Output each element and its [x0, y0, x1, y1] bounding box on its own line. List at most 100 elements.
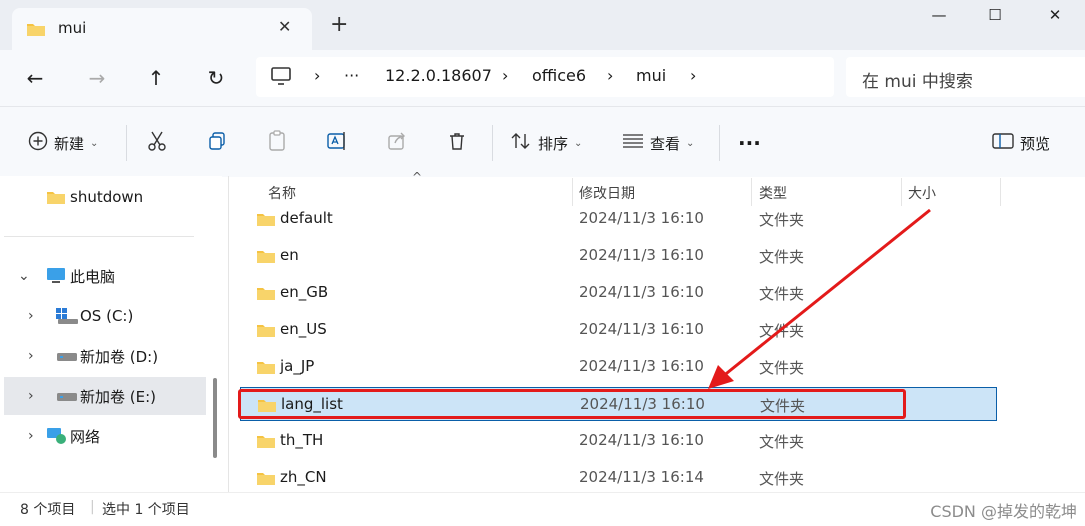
sort-icon	[510, 131, 532, 155]
new-tab-button[interactable]: +	[330, 14, 348, 36]
command-bar: 新建 ⌄ 排序 ⌄ 查看 ⌄ ··· 预览	[0, 106, 1085, 177]
pane-divider[interactable]	[228, 176, 229, 492]
minimize-button[interactable]: —	[916, 6, 962, 32]
list-item[interactable]: zh_CN 2024/11/3 16:14 文件夹	[240, 461, 997, 495]
breadcrumb-item[interactable]: 12.2.0.18607	[385, 66, 492, 85]
sidebar-item-shutdown[interactable]: shutdown	[4, 178, 206, 216]
sidebar-item-this-pc[interactable]: ⌄ 此电脑	[4, 257, 206, 295]
sort-ascending-icon: ^	[412, 170, 423, 184]
search-input[interactable]: 在 mui 中搜索	[846, 57, 1085, 97]
paste-button[interactable]	[267, 130, 287, 156]
computer-icon	[270, 66, 292, 90]
sidebar-item-label: shutdown	[70, 188, 144, 206]
maximize-button[interactable]: ☐	[972, 6, 1018, 32]
trash-icon	[447, 131, 467, 155]
rename-icon	[327, 131, 349, 155]
column-type[interactable]: 类型	[759, 183, 787, 203]
sidebar-item-drive-d[interactable]: › 新加卷 (D:)	[4, 337, 206, 375]
address-bar[interactable]: › ··· 12.2.0.18607 › office6 › mui ›	[256, 57, 834, 97]
share-button[interactable]	[387, 131, 407, 155]
more-options-button[interactable]: ···	[738, 131, 761, 155]
file-name: th_TH	[280, 431, 324, 449]
file-name: zh_CN	[280, 468, 327, 486]
breadcrumb-more[interactable]: ···	[344, 66, 359, 85]
breadcrumb-sep-icon[interactable]: ›	[690, 66, 696, 85]
scissors-icon	[147, 130, 167, 156]
refresh-button[interactable]: ↻	[203, 66, 229, 90]
main-scrollbar[interactable]	[1066, 178, 1085, 492]
annotation-arrow-icon	[708, 208, 931, 389]
sort-button[interactable]: 排序 ⌄	[510, 131, 582, 155]
file-type: 文件夹	[759, 433, 805, 451]
sidebar-item-drive-c[interactable]: › OS (C:)	[4, 297, 206, 335]
file-date: 2024/11/3 16:10	[579, 246, 704, 264]
view-label: 查看	[650, 134, 681, 153]
list-item[interactable]: th_TH 2024/11/3 16:10 文件夹	[240, 424, 997, 458]
chevron-down-icon[interactable]: ⌄	[18, 268, 30, 284]
item-count: 8 个项目	[20, 502, 76, 518]
back-button[interactable]: ←	[22, 66, 48, 90]
chevron-right-icon[interactable]: ›	[28, 348, 34, 364]
new-button[interactable]: 新建 ⌄	[28, 131, 98, 155]
drive-icon	[56, 349, 78, 367]
status-divider: |	[90, 499, 95, 515]
column-name[interactable]: 名称	[268, 183, 296, 203]
file-name: ja_JP	[280, 357, 315, 375]
folder-icon	[256, 285, 276, 305]
preview-button[interactable]: 预览	[992, 131, 1050, 155]
tab-mui[interactable]: mui ✕	[12, 8, 312, 50]
sidebar-item-label: 网络	[70, 427, 101, 446]
chevron-right-icon[interactable]: ›	[28, 388, 34, 404]
folder-icon	[256, 248, 276, 268]
network-icon	[46, 427, 68, 449]
up-button[interactable]: ↑	[143, 66, 169, 90]
view-button[interactable]: 查看 ⌄	[622, 131, 694, 155]
selected-count: 选中 1 个项目	[102, 502, 190, 518]
file-name: en_US	[280, 320, 327, 338]
file-type: 文件夹	[759, 470, 805, 488]
sidebar-item-label: OS (C:)	[80, 307, 134, 325]
rename-button[interactable]	[327, 131, 349, 155]
close-tab-icon[interactable]: ✕	[278, 17, 291, 36]
chevron-down-icon: ⌄	[574, 137, 583, 149]
toolbar-divider	[126, 125, 127, 161]
sidebar-item-network[interactable]: › 网络	[4, 417, 206, 455]
sidebar-item-drive-e[interactable]: › 新加卷 (E:)	[4, 377, 206, 415]
forward-button[interactable]: →	[84, 66, 110, 90]
folder-icon	[26, 21, 46, 41]
sidebar-item-label: 新加卷 (E:)	[80, 387, 157, 406]
clipboard-icon	[267, 130, 287, 156]
breadcrumb-item[interactable]: mui	[636, 66, 666, 85]
copy-button[interactable]	[207, 131, 227, 155]
chevron-right-icon[interactable]: ›	[28, 308, 34, 324]
watermark: CSDN @掉发的乾坤	[930, 502, 1077, 521]
chevron-down-icon: ⌄	[90, 137, 99, 149]
status-bar: 8 个项目 | 选中 1 个项目	[0, 492, 1085, 526]
drive-icon	[56, 389, 78, 407]
column-size[interactable]: 大小	[908, 183, 936, 203]
close-window-button[interactable]: ✕	[1032, 6, 1078, 32]
folder-icon	[256, 322, 276, 342]
folder-icon	[256, 470, 276, 490]
new-label: 新建	[54, 134, 85, 153]
monitor-icon	[46, 267, 66, 289]
file-date: 2024/11/3 16:10	[579, 283, 704, 301]
cut-button[interactable]	[147, 131, 167, 155]
column-divider[interactable]	[1000, 178, 1001, 206]
file-name: en_GB	[280, 283, 329, 301]
delete-button[interactable]	[447, 131, 467, 155]
file-date: 2024/11/3 16:10	[579, 357, 704, 375]
file-name: en	[280, 246, 299, 264]
sidebar-scrollbar[interactable]	[213, 378, 217, 458]
column-date[interactable]: 修改日期	[579, 183, 635, 203]
breadcrumb-sep-icon: ›	[607, 66, 614, 85]
list-view-icon	[622, 133, 644, 153]
toolbar-divider	[719, 125, 720, 161]
chevron-right-icon[interactable]: ›	[28, 428, 34, 444]
breadcrumb-item[interactable]: office6	[532, 66, 586, 85]
folder-icon	[46, 189, 66, 209]
folder-icon	[256, 433, 276, 453]
folder-icon	[256, 359, 276, 379]
tab-title: mui	[58, 19, 87, 37]
file-name: default	[280, 209, 333, 227]
